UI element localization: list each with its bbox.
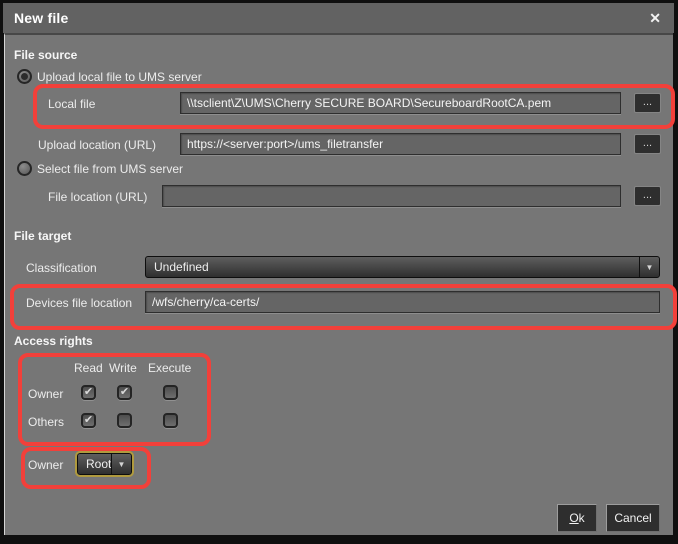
title-bar[interactable]: New file ✕ (3, 3, 674, 33)
devices-file-location-input[interactable]: /wfs/cherry/ca-certs/ (145, 291, 660, 313)
others-row-label: Others (28, 415, 64, 429)
new-file-dialog: New file ✕ File source Upload local file… (0, 0, 678, 544)
radio-upload-local-file[interactable] (17, 69, 32, 84)
classification-value: Undefined (146, 257, 639, 277)
ok-button[interactable]: Ok (557, 504, 597, 532)
owner-dropdown[interactable]: Root ▼ (77, 453, 132, 475)
radio-select-from-ums-label: Select file from UMS server (37, 162, 183, 176)
cancel-button[interactable]: Cancel (606, 504, 660, 532)
classification-label: Classification (26, 261, 97, 275)
access-rights-header: Access rights (14, 334, 93, 348)
checkbox-owner-execute[interactable] (163, 385, 178, 400)
checkbox-others-write[interactable] (117, 413, 132, 428)
radio-upload-local-file-label: Upload local file to UMS server (37, 70, 202, 84)
ok-button-mnemonic: O (569, 511, 578, 525)
chevron-down-icon[interactable]: ▼ (639, 257, 659, 277)
checkbox-owner-write[interactable]: ✔ (117, 385, 132, 400)
radio-select-from-ums[interactable] (17, 161, 32, 176)
file-source-header: File source (14, 48, 77, 62)
local-file-browse-button[interactable]: ... (634, 93, 661, 113)
checkbox-others-read[interactable]: ✔ (81, 413, 96, 428)
close-icon[interactable]: ✕ (649, 10, 661, 27)
column-header-execute: Execute (148, 361, 191, 375)
checkbox-others-execute[interactable] (163, 413, 178, 428)
column-header-write: Write (109, 361, 137, 375)
owner-select-label: Owner (28, 458, 63, 472)
file-location-label: File location (URL) (48, 190, 147, 204)
column-header-read: Read (74, 361, 103, 375)
file-location-browse-button[interactable]: ... (634, 186, 661, 206)
file-target-header: File target (14, 229, 71, 243)
classification-dropdown[interactable]: Undefined ▼ (145, 256, 660, 278)
owner-row-label: Owner (28, 387, 63, 401)
local-file-input[interactable]: \\tsclient\Z\UMS\Cherry SECURE BOARD\Sec… (180, 92, 621, 114)
upload-location-input[interactable]: https://<server:port>/ums_filetransfer (180, 133, 621, 155)
upload-location-label: Upload location (URL) (38, 138, 156, 152)
chevron-down-icon[interactable]: ▼ (111, 454, 131, 474)
dialog-title: New file (14, 10, 69, 26)
ok-button-rest: k (579, 511, 585, 525)
checkbox-owner-read[interactable]: ✔ (81, 385, 96, 400)
devices-file-location-label: Devices file location (26, 296, 132, 310)
local-file-label: Local file (48, 97, 95, 111)
upload-location-browse-button[interactable]: ... (634, 134, 661, 154)
owner-dropdown-value: Root (78, 454, 111, 474)
file-location-input[interactable] (162, 185, 621, 207)
